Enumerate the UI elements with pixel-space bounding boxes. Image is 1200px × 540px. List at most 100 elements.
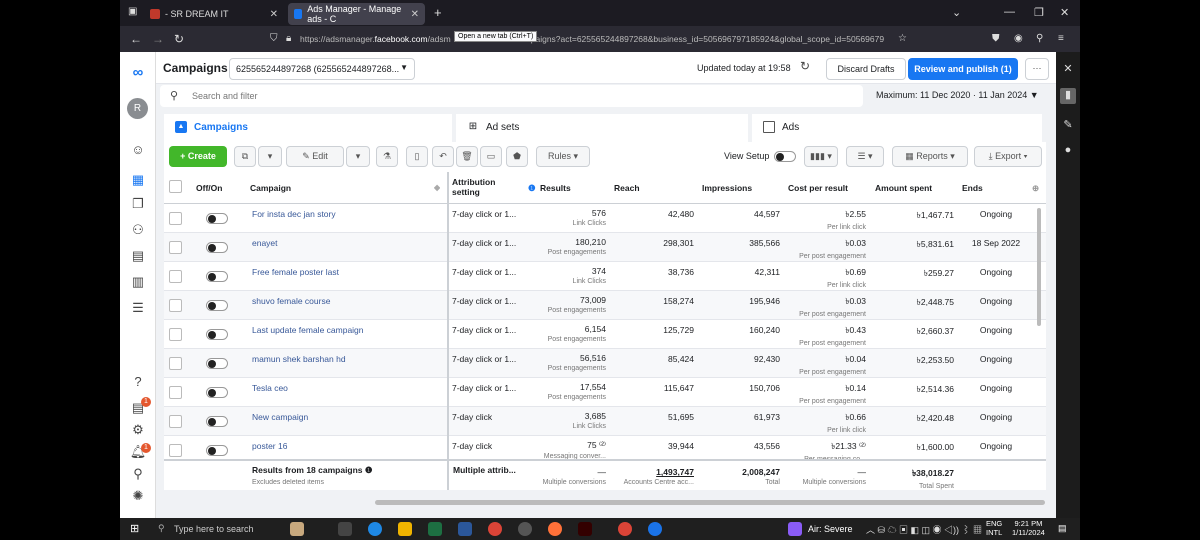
campaign-toggle[interactable] [206,387,228,398]
excel-icon[interactable] [428,522,442,536]
account-icon[interactable]: ◉ [1014,33,1023,44]
rules-button[interactable]: Rules ▾ [536,146,590,167]
url-field[interactable]: https://adsmanager.facebook.com/adsm paig… [300,34,900,44]
tab-ad-sets[interactable]: ⊞ Ad sets [456,114,748,142]
table-row[interactable]: Free female poster last 7-day click or 1.… [164,262,1046,291]
export-button[interactable]: ⤓ Export ▾ [974,146,1042,167]
campaign-toggle[interactable] [206,271,228,282]
campaign-toggle[interactable] [206,445,228,456]
row-checkbox[interactable] [169,328,182,341]
close-tab-icon[interactable]: ✕ [270,9,278,20]
bug-report-icon[interactable]: ✺ [128,488,148,506]
refresh-icon[interactable]: ↻ [800,59,810,73]
edge-icon[interactable] [368,522,382,536]
campaign-name-link[interactable]: enayet [252,233,442,261]
overview-icon[interactable]: ☺ [128,142,148,160]
col-results[interactable]: Results [540,172,600,203]
ads-reporting-icon[interactable]: ▤ [128,248,148,266]
campaign-name-link[interactable]: Last update female campaign [252,320,442,348]
close-window-button[interactable]: ✕ [1060,6,1069,19]
breakdown-button[interactable]: ☰ ▾ [846,146,884,167]
col-ends[interactable]: Ends [962,172,1012,203]
menu-icon[interactable]: ≡ [1058,33,1064,44]
restore-button[interactable]: ❐ [1034,6,1044,19]
reload-icon[interactable]: ↻ [174,32,184,46]
chrome-2-icon[interactable] [618,522,632,536]
row-checkbox[interactable] [169,270,182,283]
tab-sr-dream-it[interactable]: - SR DREAM IT ✕ [144,3,284,25]
campaign-toggle[interactable] [206,213,228,224]
campaign-toggle[interactable] [206,329,228,340]
col-reach[interactable]: Reach [614,172,674,203]
account-selector[interactable]: 625565244897268 (625565244897268... ▼ [229,58,415,80]
lock-icon[interactable]: 🔒︎ [286,33,291,44]
row-checkbox[interactable] [169,444,182,457]
tab-campaigns[interactable]: ▲ Campaigns [164,114,452,142]
campaign-name-link[interactable]: Tesla ceo [252,378,442,406]
columns-button[interactable]: ▮▮▮ ▾ [804,146,838,167]
campaign-name-link[interactable]: Free female poster last [252,262,442,290]
task-view-icon[interactable] [338,522,352,536]
row-checkbox[interactable] [169,212,182,225]
tab-list-icon[interactable]: ▣ [128,6,137,17]
date-range-picker[interactable]: Maximum: 11 Dec 2020 · 11 Jan 2024 ▼ [876,90,1039,100]
row-checkbox[interactable] [169,241,182,254]
tab-ads-manager[interactable]: Ads Manager - Manage ads - C ✕ [288,3,425,25]
tab-ads[interactable]: Ads [752,114,1042,142]
add-column-icon[interactable]: ⊕ [1032,172,1039,203]
edit-button[interactable]: ✎ Edit [286,146,344,167]
history-icon[interactable]: ● [1060,144,1076,160]
campaign-toggle[interactable] [206,358,228,369]
file-explorer-icon[interactable] [398,522,412,536]
ab-test-icon[interactable]: ⚗ [376,146,398,167]
col-attribution[interactable]: Attribution setting [452,172,512,203]
pocket-icon[interactable]: ⛊ [992,33,1000,44]
campaigns-table-icon[interactable]: ▦ [128,172,148,190]
review-publish-button[interactable]: Review and publish (1) [908,58,1018,80]
campaign-toggle[interactable] [206,416,228,427]
row-checkbox[interactable] [169,357,182,370]
charts-icon[interactable]: ▮ [1060,88,1076,104]
table-row[interactable]: Last update female campaign 7-day click o… [164,320,1046,349]
billing-icon[interactable]: ▥ [128,274,148,292]
col-amount-spent[interactable]: Amount spent [875,172,945,203]
view-setup-toggle[interactable] [774,151,796,162]
table-row[interactable]: shuvo female course 7-day click or 1... 73… [164,291,1046,320]
back-icon[interactable]: ← [130,32,142,46]
campaign-name-link[interactable]: shuvo female course [252,291,442,319]
create-button[interactable]: + Create [169,146,227,167]
sort-icon[interactable]: ◆ [434,172,440,203]
col-impressions[interactable]: Impressions [702,172,772,203]
more-options-button[interactable]: ··· [1025,58,1049,80]
search-icon[interactable]: ⚲ [128,466,148,484]
col-onoff[interactable]: Off/On [196,172,240,203]
zoom-icon[interactable] [648,522,662,536]
campaign-name-link[interactable]: For insta dec jan story [252,204,442,232]
row-checkbox[interactable] [169,415,182,428]
settings-icon[interactable]: ⚙ [128,422,148,440]
edit-icon[interactable]: ✎ [1060,118,1076,134]
duplicate-icon[interactable]: ⧉ [234,146,256,167]
duplicate-dropdown-icon[interactable]: ▾ [258,146,282,167]
undo-icon[interactable]: ↶ [432,146,454,167]
firefox-icon[interactable] [548,522,562,536]
row-checkbox[interactable] [169,299,182,312]
windows-start-icon[interactable]: ⊞ [130,522,139,535]
row-checkbox[interactable] [169,386,182,399]
shield-icon[interactable]: ⛉ [270,33,278,44]
col-cost-per-result[interactable]: Cost per result [788,172,868,203]
system-tray-icons[interactable]: ︿ ⛁ ☁ ▣ ◧ ◫ ◉ ◁)) ⌇ ▦ [866,523,982,536]
table-row[interactable]: For insta dec jan story 7-day click or 1.… [164,204,1046,233]
discard-drafts-button[interactable]: Discard Drafts [826,58,906,80]
meta-logo-icon[interactable]: ∞ [128,64,148,82]
avatar[interactable]: R [127,98,148,119]
campaign-toggle[interactable] [206,242,228,253]
campaign-name-link[interactable]: mamun shek barshan hd [252,349,442,377]
campaign-name-link[interactable]: New campaign [252,407,442,435]
clock[interactable]: 9:21 PM 1/11/2024 [1012,519,1045,537]
help-icon[interactable]: ? [128,374,148,392]
close-tab-icon[interactable]: ✕ [411,9,419,20]
table-row[interactable]: New campaign 7-day click 3,685 Link Clicks 5… [164,407,1046,436]
audiences-icon[interactable]: ⚇ [128,222,148,240]
horizontal-scrollbar[interactable] [375,500,1045,505]
